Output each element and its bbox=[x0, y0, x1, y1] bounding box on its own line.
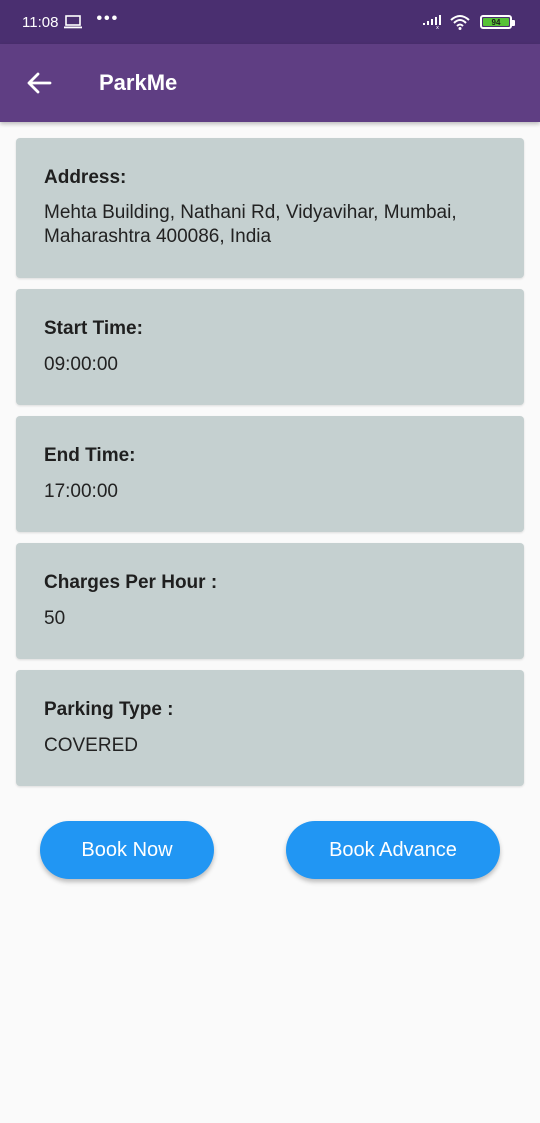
battery-level: 94 bbox=[483, 18, 509, 27]
end-time-value: 17:00:00 bbox=[44, 481, 118, 502]
end-time-card: End Time: 17:00:00 bbox=[16, 416, 524, 532]
battery-icon: 94 bbox=[480, 15, 515, 29]
parking-type-label: Parking Type : bbox=[44, 699, 174, 720]
back-button[interactable] bbox=[11, 55, 67, 111]
parking-type-value: COVERED bbox=[44, 735, 138, 756]
address-card: Address: Mehta Building, Nathani Rd, Vid… bbox=[16, 138, 524, 278]
end-time-label: End Time: bbox=[44, 445, 136, 466]
more-dots-icon: ••• bbox=[96, 10, 120, 27]
start-time-label: Start Time: bbox=[44, 318, 143, 339]
wifi-icon bbox=[450, 15, 470, 30]
charges-label: Charges Per Hour : bbox=[44, 572, 218, 593]
start-time-card: Start Time: 09:00:00 bbox=[16, 289, 524, 405]
book-now-button[interactable]: Book Now bbox=[40, 821, 214, 879]
start-time-value: 09:00:00 bbox=[44, 354, 118, 375]
address-value: Mehta Building, Nathani Rd, Vidyavihar, … bbox=[44, 202, 457, 247]
status-right: x 94 bbox=[422, 14, 515, 30]
action-buttons: Book Now Book Advance bbox=[0, 821, 540, 879]
status-time: 11:08 bbox=[22, 13, 59, 31]
details-list: Address: Mehta Building, Nathani Rd, Vid… bbox=[16, 138, 524, 797]
app-bar: ParkMe bbox=[0, 44, 540, 122]
page-title: ParkMe bbox=[99, 70, 178, 95]
laptop-icon bbox=[64, 15, 83, 29]
address-label: Address: bbox=[44, 167, 127, 188]
status-bar: 11:08 ••• x 94 bbox=[0, 0, 540, 44]
svg-text:x: x bbox=[436, 25, 439, 29]
charges-card: Charges Per Hour : 50 bbox=[16, 543, 524, 659]
charges-value: 50 bbox=[44, 608, 66, 629]
book-advance-button[interactable]: Book Advance bbox=[286, 821, 500, 879]
parking-type-card: Parking Type : COVERED bbox=[16, 670, 524, 786]
status-left: 11:08 ••• bbox=[22, 10, 125, 31]
signal-icon: x bbox=[423, 15, 441, 29]
arrow-left-icon bbox=[27, 72, 52, 94]
